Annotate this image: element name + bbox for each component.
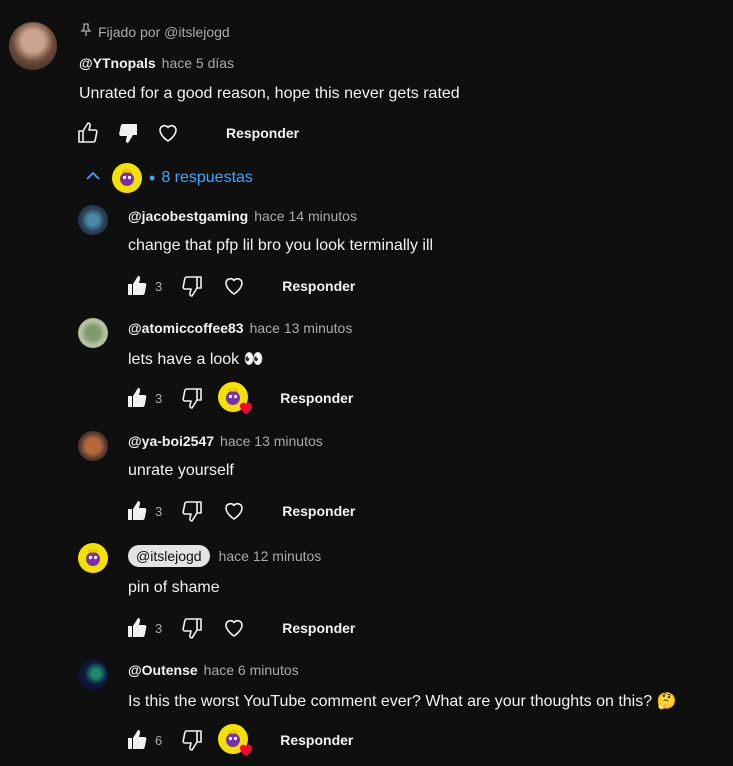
reply-button[interactable]: Responder	[226, 125, 299, 141]
pinned-author-avatar[interactable]	[9, 22, 57, 70]
dislike-button[interactable]	[176, 382, 208, 414]
thumb-down-icon	[182, 618, 203, 639]
thumb-up-filled-icon	[128, 730, 147, 749]
pinned-label: Fijado por @itslejogd	[80, 23, 230, 40]
reply-text: Is this the worst YouTube comment ever? …	[128, 693, 677, 710]
pinned-actions: Responder	[72, 117, 299, 149]
red-heart-icon	[240, 402, 253, 414]
bullet-dot: •	[149, 167, 156, 188]
reply-header: @jacobestgaming hace 14 minutos	[128, 208, 357, 224]
like-button[interactable]	[121, 612, 153, 644]
reply-header: @itslejogd hace 12 minutos	[128, 545, 321, 567]
reply-author[interactable]: @Outense	[128, 662, 198, 678]
pinned-text: Unrated for a good reason, hope this nev…	[79, 85, 460, 102]
reply-actions: 3 Responder	[121, 495, 355, 527]
thumb-up-filled-icon	[128, 388, 147, 407]
chevron-up-icon	[84, 167, 102, 190]
reply-time[interactable]: hace 12 minutos	[219, 548, 322, 564]
thumb-down-icon	[182, 501, 203, 522]
reply-button[interactable]: Responder	[282, 503, 355, 519]
reply-time[interactable]: hace 14 minutos	[254, 208, 357, 224]
like-button[interactable]	[72, 117, 104, 149]
creator-mascot-icon	[86, 549, 100, 566]
reply-button[interactable]: Responder	[280, 732, 353, 748]
reply-text: change that pfp lil bro you look termina…	[128, 237, 434, 254]
like-button[interactable]	[121, 382, 153, 414]
heart-button[interactable]	[218, 270, 250, 302]
reply-text: pin of shame	[128, 579, 220, 596]
heart-outline-icon	[225, 502, 244, 520]
heart-outline-icon	[225, 619, 244, 637]
thumb-down-icon	[182, 276, 203, 297]
heart-outline-icon	[159, 124, 177, 142]
dislike-button[interactable]	[176, 270, 208, 302]
like-count: 3	[155, 620, 163, 636]
pinned-time[interactable]: hace 5 días	[162, 55, 234, 71]
creator-author-chip[interactable]: @itslejogd	[128, 545, 210, 567]
like-count: 3	[155, 278, 163, 294]
heart-button[interactable]	[218, 612, 250, 644]
like-count: 3	[155, 503, 163, 519]
thumb-up-filled-icon	[128, 501, 147, 520]
reply-author[interactable]: @atomiccoffee83	[128, 320, 244, 336]
heart-button[interactable]	[218, 495, 250, 527]
creator-avatar-small	[112, 163, 142, 193]
reply-avatar[interactable]	[78, 205, 108, 235]
reply-time[interactable]: hace 13 minutos	[220, 433, 323, 449]
reply-actions: 3 Responder	[121, 612, 355, 644]
dislike-button[interactable]	[176, 724, 208, 756]
like-count: 6	[155, 732, 163, 748]
like-button[interactable]	[121, 495, 153, 527]
thumb-down-filled-icon	[119, 124, 137, 143]
reply-author[interactable]: @jacobestgaming	[128, 208, 248, 224]
replies-count[interactable]: 8 respuestas	[161, 169, 253, 187]
reply-time[interactable]: hace 13 minutos	[250, 320, 353, 336]
like-button[interactable]	[121, 270, 153, 302]
reply-button[interactable]: Responder	[282, 620, 355, 636]
heart-outline-icon	[225, 277, 244, 295]
pinned-author[interactable]: @YTnopals	[79, 55, 156, 71]
thumb-up-filled-icon	[128, 618, 147, 637]
reply-button[interactable]: Responder	[280, 390, 353, 406]
creator-avatar[interactable]	[78, 543, 108, 573]
reply-text: lets have a look 👀	[128, 351, 264, 368]
reply-header: @ya-boi2547 hace 13 minutos	[128, 433, 323, 449]
red-heart-icon	[240, 744, 253, 756]
reply-actions: 6 Responder	[121, 724, 353, 756]
thumb-down-icon	[182, 388, 203, 409]
thumb-up-icon	[78, 122, 98, 143]
like-count: 3	[155, 390, 163, 406]
reply-actions: 3 Responder	[121, 270, 355, 302]
pin-icon	[80, 23, 92, 40]
like-button[interactable]	[121, 724, 153, 756]
dislike-button[interactable]	[176, 612, 208, 644]
heart-button[interactable]	[152, 117, 184, 149]
reply-text: unrate yourself	[128, 462, 234, 479]
reply-avatar[interactable]	[78, 660, 108, 690]
thumb-up-filled-icon	[128, 276, 147, 295]
reply-avatar[interactable]	[78, 431, 108, 461]
reply-header: @Outense hace 6 minutos	[128, 662, 299, 678]
pinned-header: @YTnopals hace 5 días	[79, 55, 234, 71]
creator-heart[interactable]	[218, 382, 253, 414]
reply-button[interactable]: Responder	[282, 278, 355, 294]
dislike-button[interactable]	[112, 117, 144, 149]
pinned-label-text: Fijado por @itslejogd	[98, 23, 230, 40]
thumb-down-icon	[182, 730, 203, 751]
creator-heart[interactable]	[218, 724, 253, 756]
reply-author[interactable]: @ya-boi2547	[128, 433, 214, 449]
dislike-button[interactable]	[176, 495, 208, 527]
reply-actions: 3 Responder	[121, 382, 353, 414]
reply-header: @atomiccoffee83 hace 13 minutos	[128, 320, 352, 336]
replies-toggle[interactable]: • 8 respuestas	[84, 163, 253, 193]
reply-avatar[interactable]	[78, 318, 108, 348]
reply-time[interactable]: hace 6 minutos	[204, 662, 299, 678]
